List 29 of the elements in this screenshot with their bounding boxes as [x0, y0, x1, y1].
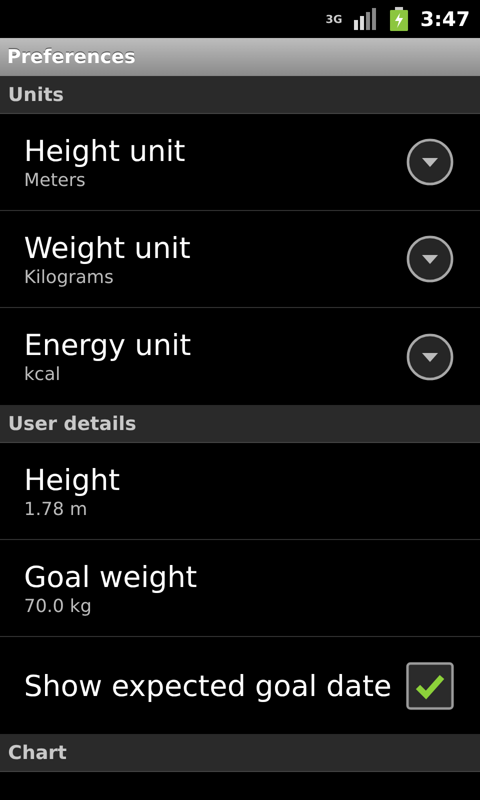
preference-item[interactable]: Energy unit kcal: [0, 308, 480, 405]
dropdown-icon[interactable]: [406, 138, 454, 186]
preference-summary: 1.78 m: [24, 498, 88, 520]
preference-title: Height: [24, 462, 120, 496]
preference-title: Weight unit: [24, 230, 190, 264]
dropdown-icon[interactable]: [406, 235, 454, 283]
checkbox[interactable]: [406, 662, 454, 710]
category-title: Chart: [8, 742, 67, 764]
dropdown-icon[interactable]: [406, 332, 454, 380]
preference-item[interactable]: Weight unit Kilograms: [0, 211, 480, 308]
preference-item[interactable]: Height 1.78 m: [0, 443, 480, 540]
network-type: 3G: [326, 12, 342, 26]
preference-summary: Kilograms: [24, 266, 115, 288]
category-title: User details: [8, 412, 136, 434]
category-title: Units: [8, 84, 64, 106]
preference-summary: 70.0 kg: [24, 596, 93, 616]
preference-title: Show expected goal date: [24, 668, 392, 702]
signal-icon: [354, 8, 378, 30]
window-title: Preferences: [7, 46, 136, 68]
preference-item[interactable]: Goal weight 70.0 kg: [0, 540, 480, 637]
preference-title: Height unit: [24, 134, 186, 168]
preference-item[interactable]: Height unit Meters: [0, 114, 480, 211]
battery-charging-icon: [390, 7, 408, 31]
clock: 3:47: [420, 7, 470, 31]
preference-title: Goal weight: [24, 560, 198, 594]
preference-item[interactable]: Show expected goal date: [0, 637, 480, 734]
preference-summary: kcal: [24, 364, 62, 385]
preference-summary: Meters: [24, 170, 87, 190]
preference-title: Energy unit: [24, 328, 191, 362]
